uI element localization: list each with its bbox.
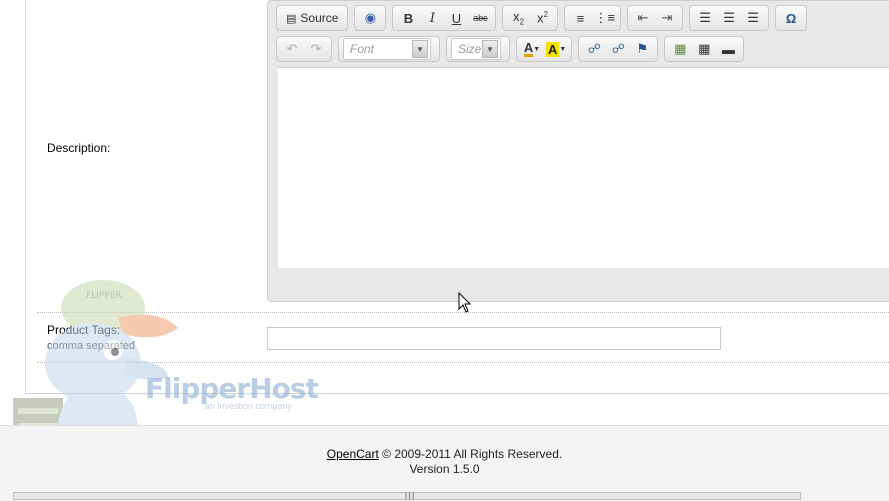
- source-button-label: Source: [300, 11, 339, 25]
- align-center-button[interactable]: ☰: [717, 8, 741, 28]
- align-left-icon: ☰: [699, 10, 711, 25]
- font-group: Font ▼: [338, 36, 440, 62]
- unlink-button[interactable]: ☍: [606, 39, 630, 59]
- editor-toolbar-row-1: ▤ Source ◉ B I U abc x2 x2 ≡ ⋮≡ ⇤ ⇥ ☰ ☰ …: [276, 5, 813, 31]
- link-button[interactable]: ☍: [582, 39, 606, 59]
- underline-button[interactable]: U: [444, 8, 468, 28]
- product-tags-help: comma separated: [47, 340, 136, 352]
- bulleted-list-icon: ⋮≡: [594, 10, 616, 25]
- unlink-icon: ☍: [611, 41, 625, 56]
- opencart-link[interactable]: OpenCart: [327, 447, 379, 461]
- align-right-button[interactable]: ☰: [741, 8, 765, 28]
- divider: [37, 362, 889, 363]
- size-group: Size ▼: [446, 36, 510, 62]
- undo-group: ↶ ↷: [276, 36, 332, 62]
- indent-icon: ⇥: [661, 10, 673, 25]
- text-color-icon: A: [523, 39, 534, 57]
- indent-button[interactable]: ⇥: [655, 8, 679, 28]
- subscript-button[interactable]: x2: [506, 8, 530, 28]
- flag-icon: ⚑: [636, 41, 649, 56]
- page-left-border: [25, 0, 26, 395]
- preview-icon: ◉: [364, 10, 377, 25]
- editor-content-area[interactable]: [278, 67, 889, 268]
- image-button[interactable]: ▦: [668, 39, 692, 59]
- redo-icon: ↷: [310, 41, 322, 56]
- source-icon: ▤: [286, 12, 297, 25]
- insert-group: ▦ ▦ ▬: [664, 36, 745, 62]
- bg-color-icon: A: [546, 41, 560, 57]
- strike-button[interactable]: abc: [468, 8, 492, 28]
- watermark-tagline: an investion company: [205, 401, 293, 411]
- chevron-down-icon: ▼: [412, 40, 428, 58]
- chevron-down-icon: ▼: [482, 40, 498, 58]
- footer-copyright: OpenCart © 2009-2011 All Rights Reserved…: [0, 447, 889, 461]
- preview-button[interactable]: ◉: [358, 8, 382, 28]
- bulleted-list-button[interactable]: ⋮≡: [592, 8, 617, 28]
- numbered-list-icon: ≡: [576, 10, 585, 26]
- undo-button[interactable]: ↶: [280, 39, 304, 59]
- source-button[interactable]: ▤ Source: [280, 8, 344, 28]
- bg-color-button[interactable]: A ▼: [544, 39, 568, 59]
- superscript-button[interactable]: x2: [530, 8, 554, 28]
- image-icon: ▦: [674, 41, 687, 56]
- preview-group: ◉: [354, 5, 387, 31]
- underline-icon: U: [451, 10, 462, 26]
- superscript-icon: x2: [536, 10, 548, 26]
- special-char-button[interactable]: Ω: [779, 8, 803, 28]
- script-group: x2 x2: [502, 5, 559, 31]
- font-select[interactable]: Font ▼: [343, 38, 431, 60]
- align-group: ☰ ☰ ☰: [689, 5, 770, 31]
- footer: OpenCart © 2009-2011 All Rights Reserved…: [0, 425, 889, 501]
- mouse-cursor-icon: [458, 292, 472, 313]
- table-icon: ▦: [698, 41, 711, 56]
- rich-text-editor: ▤ Source ◉ B I U abc x2 x2 ≡ ⋮≡ ⇤ ⇥ ☰ ☰ …: [267, 0, 889, 302]
- link-icon: ☍: [587, 41, 601, 56]
- footer-rights: © 2009-2011 All Rights Reserved.: [378, 447, 563, 461]
- horizontal-rule-icon: ▬: [721, 41, 735, 57]
- bold-icon: B: [403, 10, 414, 26]
- horizontal-scrollbar[interactable]: ┃┃┃: [13, 492, 801, 500]
- anchor-button[interactable]: ⚑: [630, 39, 654, 59]
- product-tags-label-text: Product Tags:: [47, 323, 121, 337]
- editor-toolbar-row-2: ↶ ↷ Font ▼ Size ▼ A ▼ A ▼ ☍ ☍ ⚑ ▦ ▦ ▬: [276, 36, 750, 62]
- source-group: ▤ Source: [276, 5, 349, 31]
- size-select-label: Size: [458, 42, 482, 56]
- indent-group: ⇤ ⇥: [627, 5, 684, 31]
- align-left-button[interactable]: ☰: [693, 8, 717, 28]
- scrollbar-grip-icon: ┃┃┃: [404, 494, 415, 500]
- outdent-icon: ⇤: [637, 10, 649, 25]
- description-label: Description:: [47, 141, 111, 155]
- redo-button[interactable]: ↷: [304, 39, 328, 59]
- numbered-list-button[interactable]: ≡: [568, 8, 592, 28]
- product-tags-label: Product Tags: comma separated: [47, 323, 135, 352]
- subscript-icon: x2: [512, 9, 524, 27]
- footer-version: Version 1.5.0: [409, 462, 480, 476]
- font-select-label: Font: [350, 42, 375, 56]
- link-group: ☍ ☍ ⚑: [578, 36, 659, 62]
- mascot-cap-text: FLIPPER: [86, 291, 122, 301]
- list-group: ≡ ⋮≡: [564, 5, 622, 31]
- horizontal-rule-button[interactable]: ▬: [716, 39, 740, 59]
- product-tags-input[interactable]: [267, 327, 721, 350]
- omega-icon: Ω: [785, 10, 797, 26]
- italic-button[interactable]: I: [420, 8, 444, 28]
- text-color-button[interactable]: A ▼: [520, 39, 544, 59]
- undo-icon: ↶: [286, 41, 298, 56]
- table-button[interactable]: ▦: [692, 39, 716, 59]
- special-char-group: Ω: [775, 5, 808, 31]
- strike-icon: abc: [473, 13, 488, 23]
- align-center-icon: ☰: [723, 10, 735, 25]
- size-select[interactable]: Size ▼: [451, 38, 501, 60]
- italic-icon: I: [429, 10, 435, 26]
- basic-style-group: B I U abc: [392, 5, 497, 31]
- color-group: A ▼ A ▼: [516, 36, 573, 62]
- align-right-icon: ☰: [747, 10, 759, 25]
- outdent-button[interactable]: ⇤: [631, 8, 655, 28]
- bold-button[interactable]: B: [396, 8, 420, 28]
